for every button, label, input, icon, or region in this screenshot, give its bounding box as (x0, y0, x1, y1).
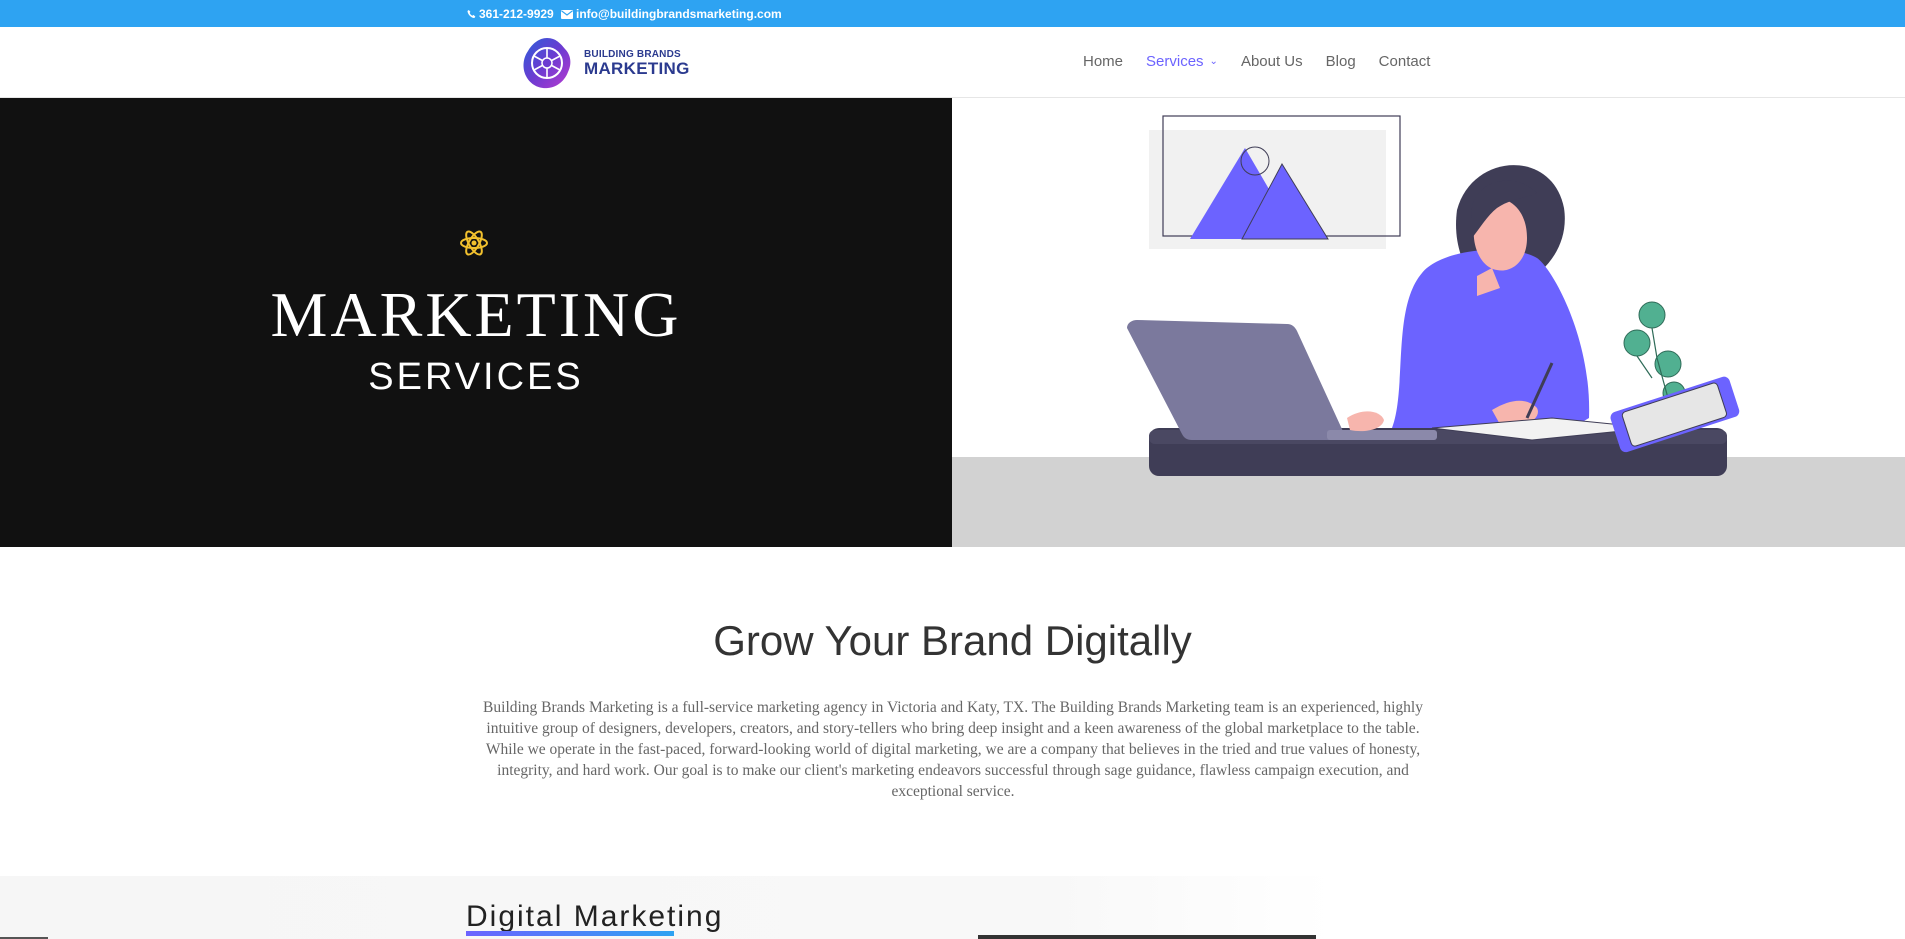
intro-paragraph: Building Brands Marketing is a full-serv… (483, 699, 1423, 800)
chevron-down-icon: ⌄ (1209, 56, 1218, 67)
nav-contact[interactable]: Contact (1379, 53, 1431, 70)
email-link[interactable]: info@buildingbrandsmarketing.com (561, 7, 782, 21)
phone-link[interactable]: 361-212-9929 (467, 7, 554, 21)
section-image-edge (978, 935, 1316, 939)
woman-at-laptop-illustration (952, 115, 1905, 547)
nav-home-label: Home (1083, 53, 1124, 70)
hero-title: MARKETING (270, 279, 682, 350)
email-address: info@buildingbrandsmarketing.com (576, 7, 782, 21)
logo-line-1: BUILDING BRANDS (584, 48, 681, 60)
nav-contact-label: Contact (1378, 53, 1431, 70)
nav-about-label: About Us (1240, 53, 1303, 70)
envelope-icon (561, 9, 573, 19)
hero-subtitle: SERVICES (368, 356, 584, 398)
phone-number: 361-212-9929 (479, 7, 554, 21)
heading-underline (466, 931, 674, 936)
intro-heading: Grow Your Brand Digitally (713, 617, 1192, 664)
nav-blog[interactable]: Blog (1326, 53, 1356, 70)
logo-line-2: MARKETING (584, 58, 690, 78)
nav-home[interactable]: Home (1083, 53, 1123, 70)
phone-icon (467, 9, 476, 19)
hero-illustration (952, 98, 1905, 547)
nav-services[interactable]: Services ⌄ (1146, 53, 1218, 70)
section-heading: Digital Marketing (466, 900, 724, 933)
nav-about-us[interactable]: About Us (1241, 53, 1303, 70)
top-bar: 361-212-9929 info@buildingbrandsmarketin… (0, 0, 1905, 27)
logo-mark-icon (523, 38, 571, 89)
digital-marketing-section: Digital Marketing (0, 876, 1905, 939)
nav-services-label: Services (1146, 53, 1204, 70)
site-logo[interactable]: BUILDING BRANDS MARKETING (520, 35, 690, 91)
main-nav: Home Services ⌄ About Us Blog Contact (1083, 53, 1430, 70)
site-header: BUILDING BRANDS MARKETING Home Services … (0, 27, 1905, 98)
atom-icon (460, 230, 488, 256)
hero-banner: MARKETING SERVICES (0, 98, 952, 547)
nav-blog-label: Blog (1325, 53, 1356, 70)
